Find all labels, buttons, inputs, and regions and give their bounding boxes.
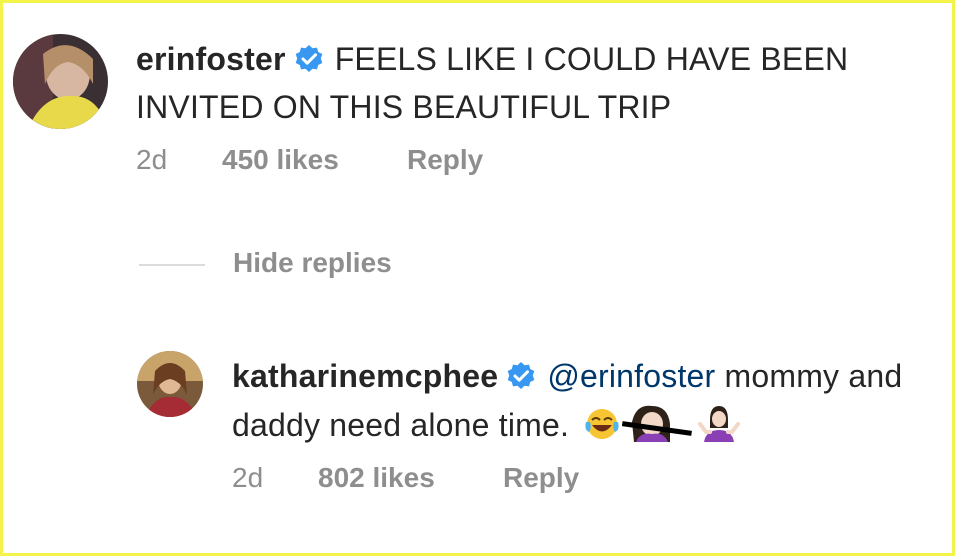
comment-body: erinfoster FEELS LIKE I COULD HAVE BEEN … xyxy=(136,37,936,129)
avatar[interactable] xyxy=(13,34,108,129)
reply-button[interactable]: Reply xyxy=(503,462,579,494)
verified-badge-icon xyxy=(506,358,536,402)
woman-shrugging-icon xyxy=(696,402,742,453)
likes-count[interactable]: 802 likes xyxy=(318,462,435,494)
mention-link[interactable]: @erinfoster xyxy=(547,358,715,394)
likes-count[interactable]: 450 likes xyxy=(222,144,339,176)
reply-body: katharinemcphee @erinfoster mommy and da… xyxy=(232,354,942,453)
comments-panel: erinfoster FEELS LIKE I COULD HAVE BEEN … xyxy=(0,0,955,556)
hide-replies-label: Hide replies xyxy=(233,247,392,278)
face-with-tears-of-joy-icon xyxy=(582,406,622,453)
comment-meta: 2d 450 likes Reply xyxy=(136,144,636,180)
avatar-image xyxy=(137,351,203,417)
comment-age: 2d xyxy=(232,462,264,493)
verified-badge-icon xyxy=(294,41,324,85)
username[interactable]: erinfoster xyxy=(136,41,286,77)
username[interactable]: katharinemcphee xyxy=(232,358,498,394)
reply-meta: 2d 802 likes Reply xyxy=(232,462,732,498)
avatar-image xyxy=(13,34,108,129)
avatar[interactable] xyxy=(137,351,203,417)
woman-facepalming-icon xyxy=(622,402,693,453)
reply-button[interactable]: Reply xyxy=(407,144,483,176)
comment-age: 2d xyxy=(136,144,168,175)
divider-line xyxy=(139,264,205,266)
